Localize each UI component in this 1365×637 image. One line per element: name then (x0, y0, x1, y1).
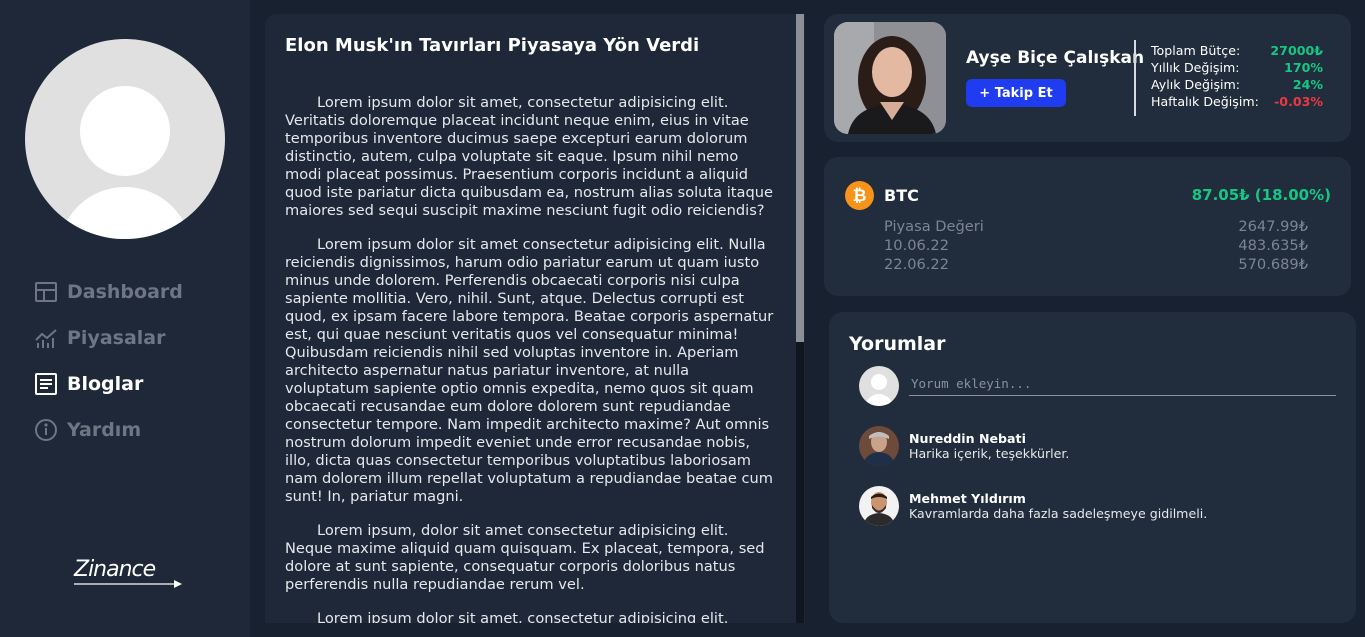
stat-row-yearly: Yıllık Değişim: 170% (1151, 59, 1323, 76)
avatar-head-shape (80, 86, 170, 176)
blog-article: Elon Musk'ın Tavırları Piyasaya Yön Verd… (265, 14, 805, 623)
chart-icon (35, 329, 57, 348)
coin-change: 87.05₺ (18.00%) (1191, 186, 1331, 204)
profile-portrait-image (834, 22, 946, 134)
article-body: Lorem ipsum dolor sit amet, consectetur … (285, 94, 777, 623)
comments-title: Yorumlar (849, 333, 946, 355)
coin-details: Piyasa Değeri 2647.99₺ 10.06.22 483.635₺… (884, 217, 1308, 274)
stat-value: 170% (1284, 60, 1323, 75)
sidebar-nav: Dashboard Piyasalar Bloglar Yardım (34, 278, 183, 462)
commenter-name: Mehmet Yıldırım (909, 491, 1026, 506)
stat-row-monthly: Aylık Değişim: 24% (1151, 76, 1323, 93)
follow-button[interactable]: + Takip Et (966, 79, 1066, 107)
profile-name: Ayşe Biçe Çalışkan (966, 48, 1145, 68)
sidebar-item-label: Yardım (67, 419, 142, 441)
sidebar: Dashboard Piyasalar Bloglar Yardım Zinan… (0, 0, 250, 637)
stat-row-weekly: Haftalık Değişim: -0.03% (1151, 93, 1323, 110)
stat-row-budget: Toplam Bütçe: 27000₺ (1151, 42, 1323, 59)
article-paragraph: Lorem ipsum dolor sit amet, consectetur … (317, 610, 729, 623)
dashboard-icon (35, 282, 57, 302)
profile-photo (834, 22, 946, 134)
btc-card[interactable]: ₿ BTC 87.05₺ (18.00%) Piyasa Değeri 2647… (824, 157, 1351, 296)
coin-row: 22.06.22 570.689₺ (884, 255, 1308, 274)
comment-input[interactable] (909, 372, 1336, 396)
sidebar-item-yardim[interactable]: Yardım (34, 416, 183, 444)
avatar-body-shape (865, 394, 893, 406)
sidebar-item-bloglar[interactable]: Bloglar (34, 370, 183, 398)
stat-label: Aylık Değişim: (1151, 77, 1241, 92)
comment-text: Kavramlarda daha fazla sadeleşmeye gidil… (909, 506, 1208, 521)
sidebar-item-label: Bloglar (67, 373, 144, 395)
commenter-avatar (859, 426, 899, 466)
avatar-head-shape (871, 374, 887, 390)
divider (1134, 40, 1136, 116)
sidebar-item-dashboard[interactable]: Dashboard (34, 278, 183, 306)
coin-row-label: Piyasa Değeri (884, 218, 984, 235)
coin-row: 10.06.22 483.635₺ (884, 236, 1308, 255)
avatar-body-shape (58, 187, 192, 239)
comments-card: Yorumlar Nureddin Nebati Harika içerik, … (829, 312, 1356, 623)
stat-label: Haftalık Değişim: (1151, 94, 1259, 109)
document-icon (35, 373, 57, 395)
article-paragraph: Lorem ipsum dolor sit amet consectetur a… (285, 236, 774, 505)
coin-row-label: 22.06.22 (884, 256, 949, 273)
article-scrollbar[interactable] (796, 14, 804, 623)
zinance-logo[interactable]: Zinance (74, 557, 184, 588)
bitcoin-icon: ₿ (845, 181, 874, 210)
info-icon (35, 419, 57, 441)
scrollbar-thumb[interactable] (796, 14, 804, 342)
stat-value: 24% (1292, 77, 1323, 92)
article-paragraph: Lorem ipsum dolor sit amet, consectetur … (285, 94, 773, 219)
comment-item: Nureddin Nebati Harika içerik, teşekkürl… (859, 426, 1069, 466)
commenter-photo (859, 426, 899, 466)
user-avatar[interactable] (25, 39, 225, 239)
comment-content: Nureddin Nebati Harika içerik, teşekkürl… (909, 426, 1069, 466)
sidebar-item-label: Piyasalar (67, 327, 166, 349)
commenter-photo (859, 486, 899, 526)
sidebar-item-label: Dashboard (67, 281, 183, 303)
stat-value: 27000₺ (1270, 43, 1323, 58)
article-paragraph: Lorem ipsum, dolor sit amet consectetur … (285, 522, 765, 593)
comment-item: Mehmet Yıldırım Kavramlarda daha fazla s… (859, 486, 1207, 526)
commenter-avatar (859, 486, 899, 526)
comment-content: Mehmet Yıldırım Kavramlarda daha fazla s… (909, 486, 1207, 526)
commenter-name: Nureddin Nebati (909, 431, 1026, 446)
stat-value: -0.03% (1274, 94, 1323, 109)
profile-stats: Toplam Bütçe: 27000₺ Yıllık Değişim: 170… (1151, 42, 1323, 110)
coin-symbol: BTC (884, 186, 919, 205)
coin-row: Piyasa Değeri 2647.99₺ (884, 217, 1308, 236)
coin-row-value: 483.635₺ (1238, 237, 1308, 254)
article-title: Elon Musk'ın Tavırları Piyasaya Yön Verd… (285, 35, 700, 56)
stat-label: Toplam Bütçe: (1151, 43, 1241, 58)
coin-row-label: 10.06.22 (884, 237, 949, 254)
comment-text: Harika içerik, teşekkürler. (909, 446, 1070, 461)
coin-row-value: 570.689₺ (1238, 256, 1308, 273)
profile-card: Ayşe Biçe Çalışkan + Takip Et Toplam Büt… (824, 14, 1351, 142)
sidebar-item-piyasalar[interactable]: Piyasalar (34, 324, 183, 352)
stat-label: Yıllık Değişim: (1151, 60, 1240, 75)
coin-row-value: 2647.99₺ (1238, 218, 1308, 235)
logo-text: Zinance (74, 557, 156, 582)
current-user-avatar (859, 366, 899, 406)
